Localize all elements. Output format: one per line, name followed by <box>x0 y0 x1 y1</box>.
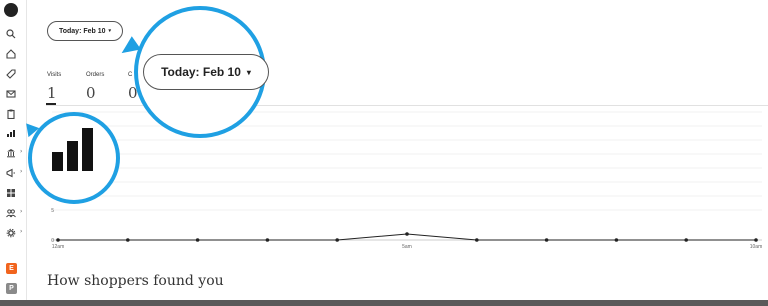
y-tick-label: 5 <box>51 208 54 214</box>
x-tick-label: 5am <box>402 244 412 250</box>
data-point[interactable] <box>405 232 409 236</box>
data-point[interactable] <box>475 238 479 242</box>
data-point[interactable] <box>544 238 549 242</box>
data-point[interactable] <box>684 238 688 242</box>
x-tick-labels: 12am 5am 10am <box>52 244 763 250</box>
stats-bar-icon <box>52 128 93 171</box>
zoomed-date-filter-label: Today: Feb 10 <box>161 65 241 79</box>
data-point[interactable] <box>614 238 619 242</box>
data-point[interactable] <box>56 238 60 242</box>
x-tick-label: 10am <box>750 244 763 250</box>
data-point[interactable] <box>754 238 758 242</box>
x-tick-label: 12am <box>52 244 65 250</box>
zoomed-date-filter-button: Today: Feb 10 ▾ <box>143 54 269 90</box>
data-point[interactable] <box>265 238 270 242</box>
section-heading-traffic-sources: How shoppers found you <box>47 273 224 289</box>
data-point[interactable] <box>335 238 340 242</box>
chart-gridlines <box>52 111 762 241</box>
data-point[interactable] <box>195 238 200 242</box>
data-point[interactable] <box>126 238 130 242</box>
bottom-edge-strip <box>0 300 768 306</box>
caret-down-icon: ▾ <box>246 67 251 77</box>
